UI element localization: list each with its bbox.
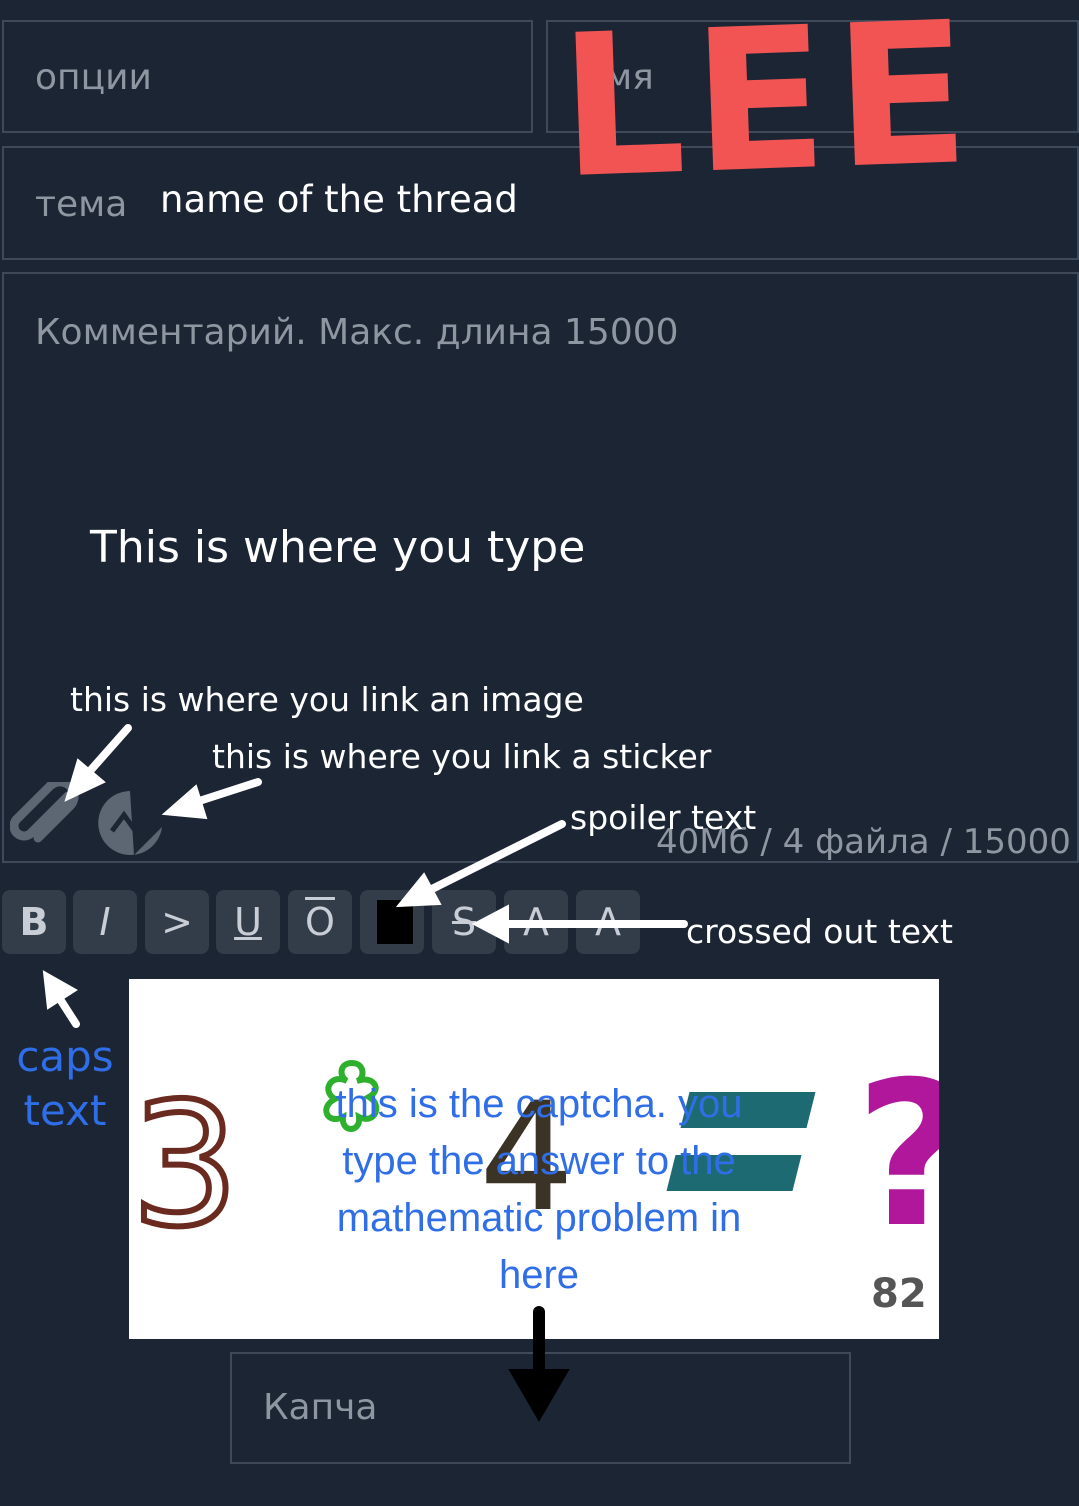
arrow-to-sticker-head [161, 784, 208, 820]
arrow-to-strike-head [471, 904, 509, 944]
annotation-arrows [42, 724, 688, 1422]
arrow-to-spoiler [426, 820, 566, 894]
arrow-to-captcha-input-head [508, 1369, 570, 1422]
lee-logo: LEE [556, 0, 981, 223]
